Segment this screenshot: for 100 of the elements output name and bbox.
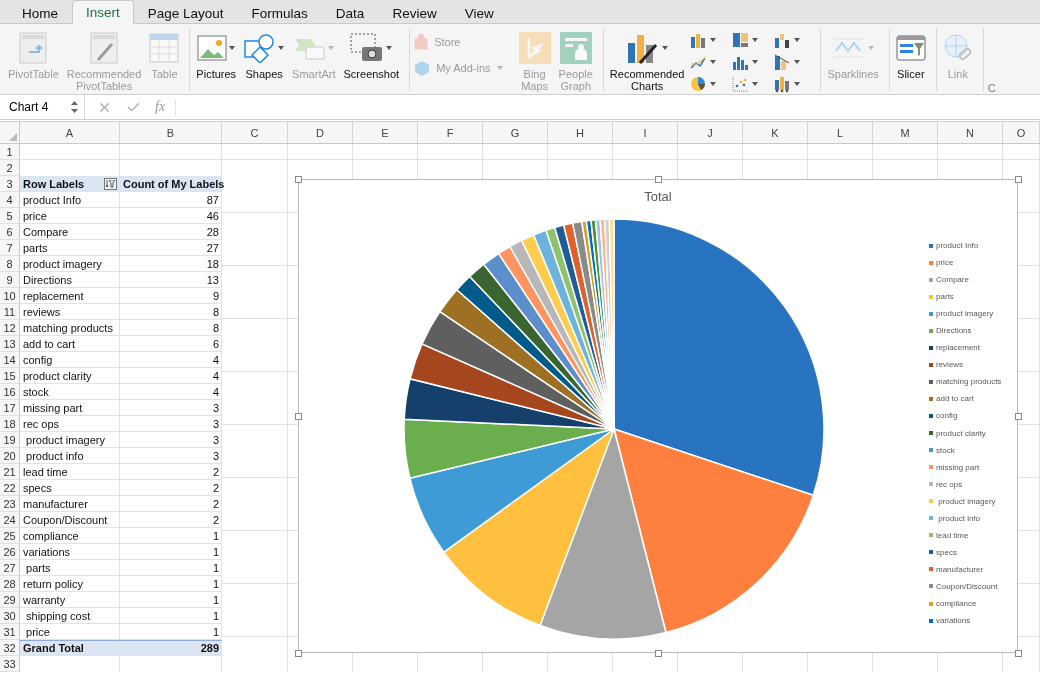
chart-title: Total [644,189,672,204]
row-header[interactable]: 31 [0,624,20,640]
column-header[interactable]: M [873,122,938,144]
filter-button[interactable] [104,177,117,190]
legend-marker [929,499,933,504]
caret-icon [496,66,503,70]
row-header[interactable]: 13 [0,336,20,352]
column-header[interactable]: A [20,122,120,144]
ribbon-tab[interactable]: Review [378,2,451,24]
ribbon-button[interactable]: Pictures [194,28,239,80]
column-header[interactable]: G [483,122,548,144]
column-header[interactable]: O [1003,122,1040,144]
row-header[interactable]: 28 [0,576,20,592]
legend-label: product imagery [936,309,994,319]
row-header[interactable]: 23 [0,496,20,512]
row-header[interactable]: 19 [0,432,20,448]
column-header[interactable]: C [222,122,288,144]
resize-handle[interactable] [295,176,302,183]
column-header[interactable]: L [808,122,873,144]
stepper-icon[interactable] [71,100,78,114]
row-header[interactable]: 12 [0,320,20,336]
row-header[interactable]: 8 [0,256,20,272]
treemap-icon [732,31,750,49]
row-header[interactable]: 20 [0,448,20,464]
ribbon-tab[interactable]: Page Layout [133,2,238,24]
legend-marker [929,260,933,265]
legend-label: replacement [936,343,981,353]
resize-handle[interactable] [1015,650,1022,657]
caret-icon [662,46,669,50]
row-header[interactable]: 24 [0,512,20,528]
column-header[interactable]: D [288,122,353,144]
legend-marker [929,362,933,367]
person-card-icon [559,32,592,64]
row-header[interactable]: 27 [0,560,20,576]
row-header[interactable]: 16 [0,384,20,400]
row-header[interactable]: 18 [0,416,20,432]
column-header[interactable]: N [938,122,1003,144]
table-icon [149,33,180,63]
row-header[interactable]: 26 [0,544,20,560]
ribbon-tab[interactable]: View [450,2,508,24]
row-header[interactable]: 2 [0,160,20,176]
row-header[interactable]: 17 [0,400,20,416]
row-header[interactable]: 29 [0,592,20,608]
resize-handle[interactable] [655,176,662,183]
caret-icon [752,82,759,86]
legend-label: reviews [936,360,964,370]
row-header[interactable]: 5 [0,208,20,224]
resize-handle[interactable] [1015,413,1022,420]
ribbon-button[interactable]: Slicer [893,28,928,80]
shapes-icon [244,33,277,63]
row-header[interactable]: 7 [0,240,20,256]
ribbon-button[interactable]: Recommended Charts [607,28,687,92]
name-box[interactable]: Chart 4 [0,95,85,119]
legend-label: product clarity [936,428,986,438]
resize-handle[interactable] [295,650,302,657]
row-header[interactable]: 10 [0,288,20,304]
table-cell: 4 [120,368,222,384]
legend-marker [929,277,933,282]
ribbon-button[interactable]: Screenshot [341,28,402,80]
ribbon-button[interactable]: Shapes [242,28,287,80]
row-header[interactable]: 22 [0,480,20,496]
row-header[interactable]: 30 [0,608,20,624]
row-header[interactable]: 25 [0,528,20,544]
ribbon-tab[interactable]: Insert [72,0,134,24]
column-header[interactable]: E [353,122,418,144]
row-header[interactable]: 21 [0,464,20,480]
legend-label: Coupon/Discount [936,581,998,591]
ribbon-tab[interactable]: Formulas [237,2,322,24]
column-header[interactable]: F [418,122,483,144]
row-header[interactable]: 4 [0,192,20,208]
legend-label: Compare [936,275,969,285]
row-header[interactable]: 1 [0,144,20,160]
slicer-icon [895,35,926,61]
table-wand-icon [90,32,119,64]
column-header[interactable]: J [678,122,743,144]
column-header[interactable]: K [743,122,808,144]
row-header[interactable]: 9 [0,272,20,288]
column-header[interactable]: H [548,122,613,144]
legend-label: product imagery [937,496,996,506]
legend-marker [929,414,933,418]
resize-handle[interactable] [295,413,302,420]
legend-marker [929,379,933,384]
legend-label: price [936,258,954,268]
ribbon-tab[interactable]: Home [8,2,72,24]
total-cell: 289 [120,640,222,656]
resize-handle[interactable] [1015,176,1022,183]
legend-marker [929,328,933,333]
column-header[interactable]: B [120,122,222,144]
row-header[interactable]: 14 [0,352,20,368]
scatter-chart-icon [732,75,750,93]
resize-handle[interactable] [655,650,662,657]
row-header[interactable]: 11 [0,304,20,320]
legend-label: rec ops [936,479,963,489]
row-header[interactable]: 15 [0,368,20,384]
row-header[interactable]: 6 [0,224,20,240]
row-header[interactable]: 32 [0,640,20,656]
row-header[interactable]: 3 [0,176,20,192]
ribbon-tab[interactable]: Data [321,2,379,24]
column-header[interactable]: I [613,122,678,144]
row-header[interactable]: 33 [0,656,20,672]
